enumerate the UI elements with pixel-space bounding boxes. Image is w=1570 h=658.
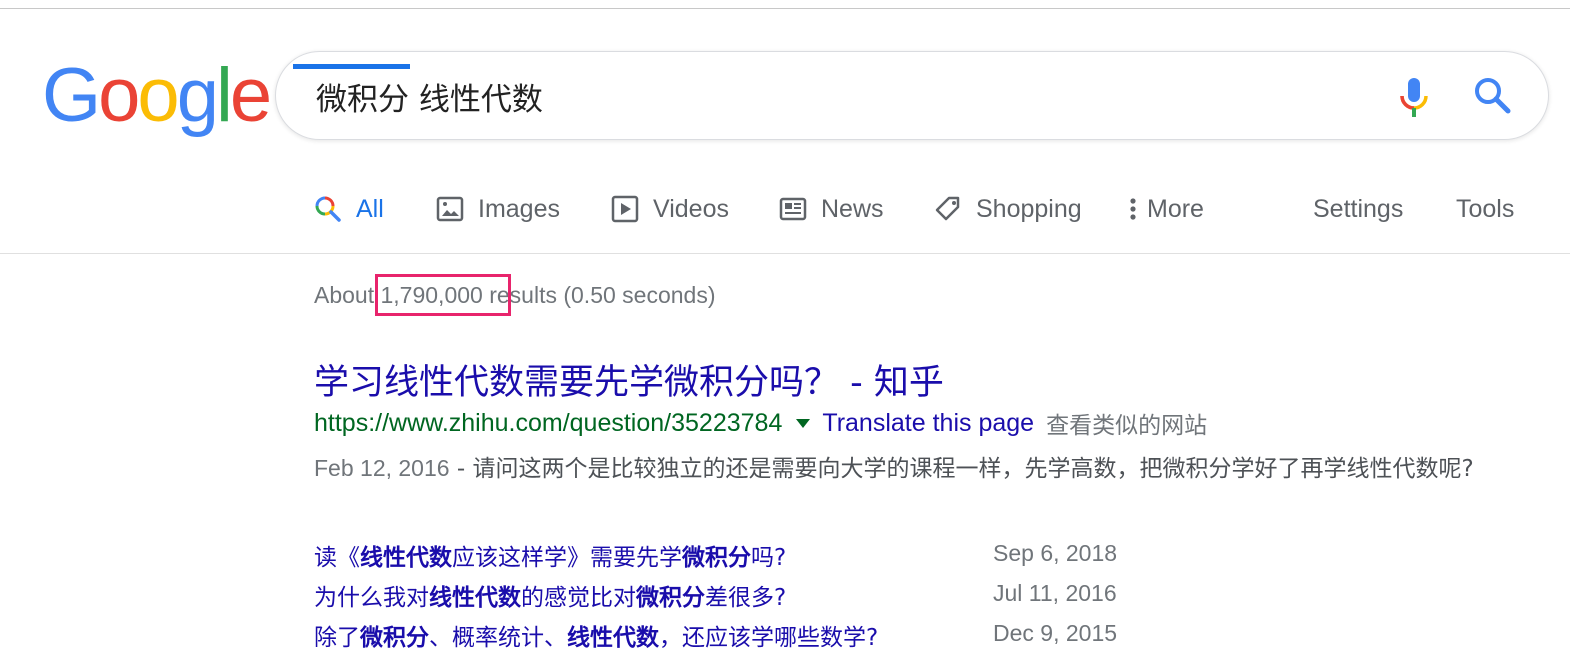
logo-letter: G bbox=[42, 53, 101, 138]
logo-letter: o bbox=[137, 53, 179, 138]
search-tabs: All Images Videos News Shopping More Set… bbox=[0, 185, 1570, 253]
sublink-text: 、概率统计、 bbox=[429, 625, 567, 651]
tab-label: News bbox=[821, 194, 884, 223]
sublink-row: 除了微积分、概率统计、线性代数，还应该学哪些数学? Dec 9, 2015 bbox=[314, 618, 1214, 658]
tab-label: Shopping bbox=[976, 194, 1082, 223]
logo-letter: l bbox=[215, 53, 233, 138]
result-title-link[interactable]: 学习线性代数需要先学微积分吗？ - 知乎 bbox=[314, 354, 944, 405]
tab-label: Videos bbox=[653, 194, 729, 223]
result-snippet: Feb 12, 2016 - 请问这两个是比较独立的还是需要向大学的课程一样，先… bbox=[314, 450, 1504, 488]
google-logo[interactable]: Google bbox=[42, 53, 272, 138]
sublink-keyword: 线性代数 bbox=[429, 585, 521, 611]
sublink-text: 除了 bbox=[314, 625, 360, 651]
sublink-keyword: 微积分 bbox=[360, 625, 429, 651]
tag-icon bbox=[934, 195, 962, 223]
tab-label: Images bbox=[478, 194, 560, 223]
highlight-box bbox=[375, 274, 511, 316]
logo-letter: o bbox=[98, 53, 140, 138]
search-multicolor-icon bbox=[314, 195, 342, 223]
search-input[interactable] bbox=[316, 72, 1366, 120]
dropdown-arrow-icon[interactable] bbox=[796, 418, 811, 428]
tab-videos[interactable]: Videos bbox=[611, 185, 729, 233]
result-url[interactable]: https://www.zhihu.com/question/35223784 bbox=[314, 409, 782, 438]
sublink-row: 为什么我对线性代数的感觉比对微积分差很多? Jul 11, 2016 bbox=[314, 578, 1214, 618]
settings-link[interactable]: Settings bbox=[1313, 185, 1403, 233]
tab-more[interactable]: More bbox=[1127, 185, 1204, 233]
sublink-keyword: 微积分 bbox=[636, 585, 705, 611]
microphone-icon[interactable] bbox=[1394, 74, 1434, 122]
similar-sites-link[interactable]: 查看类似的网站 bbox=[1046, 406, 1207, 440]
result-url-line: https://www.zhihu.com/question/35223784 … bbox=[314, 406, 1207, 440]
newspaper-icon bbox=[779, 195, 807, 223]
image-icon bbox=[436, 195, 464, 223]
sublink-keyword: 线性代数 bbox=[360, 545, 452, 571]
logo-letter: e bbox=[229, 53, 272, 138]
sublink-date: Jul 11, 2016 bbox=[993, 580, 1117, 606]
sublink[interactable]: 为什么我对线性代数的感觉比对微积分差很多? bbox=[314, 578, 786, 612]
sublink[interactable]: 读《线性代数应该这样学》需要先学微积分吗? bbox=[314, 538, 786, 572]
snippet-text: - 请问这两个是比较独立的还是需要向大学的课程一样，先学高数，把微积分学好了再学… bbox=[449, 456, 1474, 482]
tabs-divider bbox=[0, 253, 1570, 254]
play-icon bbox=[611, 195, 639, 223]
translate-link[interactable]: Translate this page bbox=[822, 409, 1034, 438]
sublink-text: ，还应该学哪些数学? bbox=[659, 625, 879, 651]
sublinks-list: 读《线性代数应该这样学》需要先学微积分吗? Sep 6, 2018 为什么我对线性代… bbox=[314, 538, 1214, 658]
sublink-row: 读《线性代数应该这样学》需要先学微积分吗? Sep 6, 2018 bbox=[314, 538, 1214, 578]
tab-news[interactable]: News bbox=[779, 185, 884, 233]
sublink-text: 差很多? bbox=[705, 585, 787, 611]
stats-suffix: results (0.50 seconds) bbox=[482, 282, 716, 308]
top-divider bbox=[0, 8, 1570, 9]
tab-label: More bbox=[1147, 194, 1204, 223]
tab-label: All bbox=[356, 194, 384, 223]
sublink-date: Sep 6, 2018 bbox=[993, 540, 1118, 566]
sublink-date: Dec 9, 2015 bbox=[993, 620, 1118, 646]
tab-shopping[interactable]: Shopping bbox=[934, 185, 1082, 233]
tab-all[interactable]: All bbox=[314, 185, 384, 233]
active-tab-indicator bbox=[293, 64, 410, 69]
tools-link[interactable]: Tools bbox=[1456, 185, 1514, 233]
sublink[interactable]: 除了微积分、概率统计、线性代数，还应该学哪些数学? bbox=[314, 618, 878, 652]
stats-prefix: About bbox=[314, 282, 381, 308]
search-icon[interactable] bbox=[1471, 74, 1515, 118]
vertical-dots-icon bbox=[1127, 195, 1139, 223]
sublink-text: 的感觉比对 bbox=[521, 585, 636, 611]
sublink-text: 应该这样学》需要先学 bbox=[452, 545, 682, 571]
logo-letter: g bbox=[176, 53, 219, 138]
sublink-text: 为什么我对 bbox=[314, 585, 429, 611]
search-box[interactable] bbox=[275, 51, 1549, 140]
sublink-keyword: 线性代数 bbox=[567, 625, 659, 651]
result-date: Feb 12, 2016 bbox=[314, 455, 450, 481]
sublink-text: 吗? bbox=[751, 545, 787, 571]
tab-images[interactable]: Images bbox=[436, 185, 560, 233]
sublink-text: 读《 bbox=[314, 545, 360, 571]
sublink-keyword: 微积分 bbox=[682, 545, 751, 571]
